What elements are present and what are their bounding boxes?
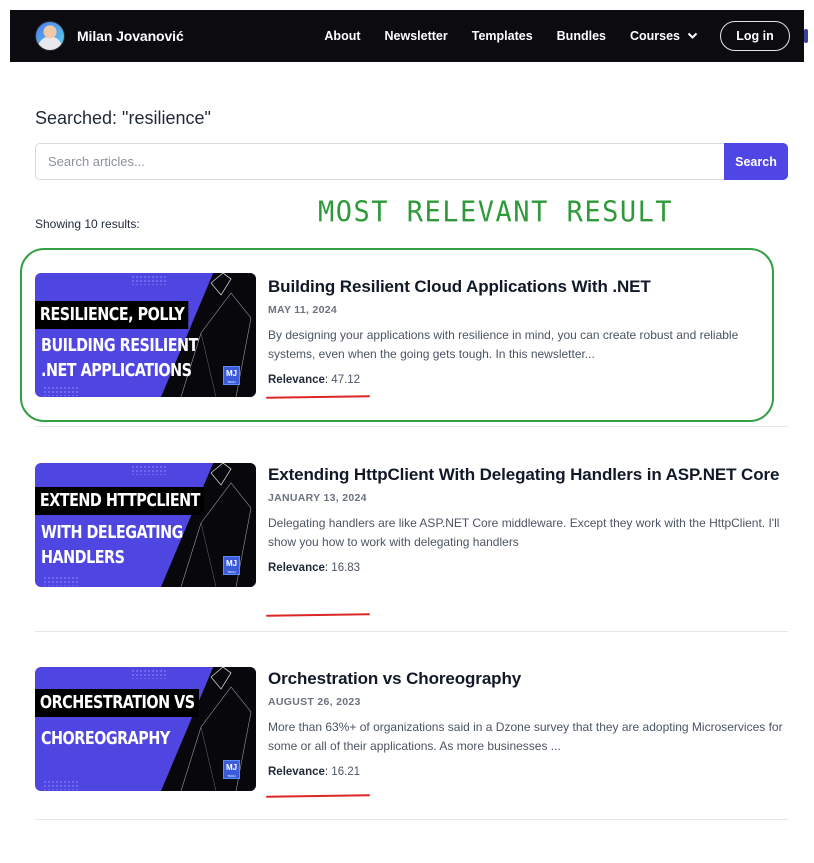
nav-newsletter[interactable]: Newsletter bbox=[385, 29, 448, 43]
result-title[interactable]: Orchestration vs Choreography bbox=[268, 667, 788, 690]
result-relevance: Relevance: 47.12 bbox=[268, 374, 361, 386]
result-relevance: Relevance: 16.21 bbox=[268, 766, 361, 778]
result-excerpt: Delegating handlers are like ASP.NET Cor… bbox=[268, 516, 780, 549]
nav-links: About Newsletter Templates Bundles Cours… bbox=[324, 21, 808, 51]
result-item[interactable]: EXTEND HTTPCLIENT WITH DELEGATING HANDLE… bbox=[35, 463, 788, 593]
login-button[interactable]: Log in bbox=[720, 21, 790, 51]
thumbnail-dots bbox=[43, 386, 79, 396]
thumbnail-line2: CHOREOGRAPHY bbox=[41, 729, 170, 749]
nav-about[interactable]: About bbox=[324, 29, 360, 43]
result-item[interactable]: ORCHESTRATION VS CHOREOGRAPHY MJ TECH Orc… bbox=[35, 667, 788, 797]
relevance-value: 16.21 bbox=[331, 766, 361, 778]
nav-bundles[interactable]: Bundles bbox=[557, 29, 606, 43]
thumbnail-line1: RESILIENCE, POLLY bbox=[35, 301, 189, 329]
nav-courses-dropdown[interactable]: Courses bbox=[630, 29, 698, 43]
result-title[interactable]: Extending HttpClient With Delegating Han… bbox=[268, 463, 788, 486]
relevance-label: Relevance bbox=[268, 374, 325, 386]
result-thumbnail[interactable]: EXTEND HTTPCLIENT WITH DELEGATING HANDLE… bbox=[35, 463, 256, 587]
search-button[interactable]: Search bbox=[724, 143, 788, 180]
relevance-value: 16.83 bbox=[331, 562, 361, 574]
annotation-underline bbox=[265, 613, 371, 617]
result-info: Extending HttpClient With Delegating Han… bbox=[268, 463, 788, 574]
thumbnail-line3: .NET APPLICATIONS bbox=[41, 361, 192, 381]
result-excerpt: More than 63%+ of organizations said in … bbox=[268, 720, 783, 753]
result-excerpt: By designing your applications with resi… bbox=[268, 328, 739, 361]
relevance-label: Relevance bbox=[268, 766, 325, 778]
logo-text: MJ bbox=[225, 559, 238, 568]
brand-link[interactable]: Milan Jovanović bbox=[35, 21, 184, 51]
thumbnail-line2: BUILDING RESILIENT bbox=[41, 336, 198, 356]
brand-name: Milan Jovanović bbox=[77, 28, 184, 44]
result-title[interactable]: Building Resilient Cloud Applications Wi… bbox=[268, 275, 788, 298]
thumbnail-wireframe bbox=[180, 667, 252, 791]
relevance-label: Relevance bbox=[268, 562, 325, 574]
annotation-underline bbox=[265, 794, 371, 798]
search-input[interactable] bbox=[35, 143, 724, 180]
divider bbox=[35, 631, 788, 632]
result-relevance: Relevance: 16.83 bbox=[268, 562, 361, 574]
result-date: AUGUST 26, 2023 bbox=[268, 696, 361, 708]
search-bar: Search bbox=[35, 143, 788, 180]
chevron-down-icon bbox=[687, 32, 698, 39]
relevance-value: 47.12 bbox=[331, 374, 361, 386]
top-navbar: Milan Jovanović About Newsletter Templat… bbox=[10, 10, 808, 62]
result-info: Building Resilient Cloud Applications Wi… bbox=[268, 273, 788, 386]
thumbnail-dots bbox=[43, 780, 79, 790]
results-count: Showing 10 results: bbox=[35, 217, 140, 231]
nav-templates[interactable]: Templates bbox=[472, 29, 533, 43]
result-thumbnail[interactable]: ORCHESTRATION VS CHOREOGRAPHY MJ TECH bbox=[35, 667, 256, 791]
logo-text: MJ bbox=[225, 763, 238, 772]
mj-tech-logo: MJ TECH bbox=[223, 760, 240, 779]
result-info: Orchestration vs Choreography AUGUST 26,… bbox=[268, 667, 788, 778]
annotation-most-relevant: MOST RELEVANT RESULT bbox=[318, 196, 674, 229]
divider bbox=[35, 426, 788, 427]
thumbnail-line1: ORCHESTRATION VS bbox=[35, 689, 199, 717]
thumbnail-line3: HANDLERS bbox=[41, 548, 125, 568]
divider bbox=[35, 819, 788, 820]
result-thumbnail[interactable]: RESILIENCE, POLLY BUILDING RESILIENT .NE… bbox=[35, 273, 256, 397]
result-date: JANUARY 13, 2024 bbox=[268, 492, 367, 504]
mj-tech-logo: MJ TECH bbox=[223, 556, 240, 575]
result-item[interactable]: RESILIENCE, POLLY BUILDING RESILIENT .NE… bbox=[35, 273, 788, 403]
thumbnail-line1: EXTEND HTTPCLIENT bbox=[35, 487, 205, 515]
mj-tech-logo: MJ TECH bbox=[223, 366, 240, 385]
nav-overflow-indicator bbox=[804, 29, 808, 43]
logo-text: MJ bbox=[225, 369, 238, 378]
thumbnail-line2: WITH DELEGATING bbox=[41, 523, 183, 543]
result-date: MAY 11, 2024 bbox=[268, 304, 337, 316]
nav-courses-label: Courses bbox=[629, 29, 680, 43]
search-heading: Searched: "resilience" bbox=[35, 108, 211, 128]
thumbnail-dots bbox=[43, 576, 79, 586]
avatar bbox=[35, 21, 65, 51]
